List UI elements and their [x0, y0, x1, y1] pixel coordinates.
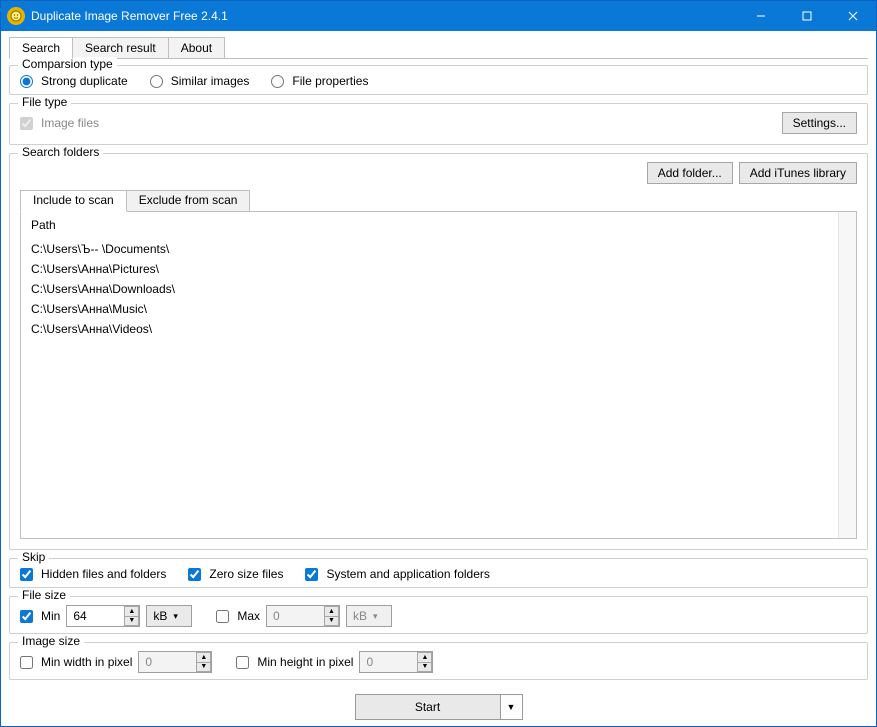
tab-include-scan[interactable]: Include to scan [20, 190, 127, 212]
radio-file-properties[interactable]: File properties [271, 74, 368, 88]
min-size-unit-select[interactable]: kB▾ [146, 605, 192, 627]
path-list: C:\Users\Ъ-- \Documents\ C:\Users\Анна\P… [21, 238, 838, 340]
radio-strong-duplicate[interactable]: Strong duplicate [20, 74, 128, 88]
tab-about[interactable]: About [168, 37, 225, 58]
file-type-group: File type Image files Settings... [9, 103, 868, 145]
checkbox-image-files: Image files [20, 116, 99, 130]
chevron-down-icon: ▼ [507, 702, 516, 712]
start-dropdown-button[interactable]: ▼ [501, 694, 523, 720]
app-icon [7, 7, 25, 25]
search-folders-title: Search folders [18, 145, 103, 159]
app-window: Duplicate Image Remover Free 2.4.1 Searc… [0, 0, 877, 727]
comparison-type-title: Comparsion type [18, 57, 117, 71]
list-item[interactable]: C:\Users\Анна\Videos\ [31, 322, 828, 336]
add-itunes-button[interactable]: Add iTunes library [739, 162, 857, 184]
start-button[interactable]: Start [355, 694, 501, 720]
min-width-spinner[interactable]: ▲▼ [196, 652, 211, 672]
min-height-spinner[interactable]: ▲▼ [417, 652, 432, 672]
list-item[interactable]: C:\Users\Анна\Music\ [31, 302, 828, 316]
radio-similar-images[interactable]: Similar images [150, 74, 250, 88]
min-size-spinner[interactable]: ▲▼ [124, 606, 139, 626]
tab-search[interactable]: Search [9, 37, 73, 59]
checkbox-max-size[interactable]: Max [216, 609, 260, 623]
checkbox-min-height[interactable]: Min height in pixel [236, 655, 353, 669]
list-item[interactable]: C:\Users\Анна\Downloads\ [31, 282, 828, 296]
file-type-title: File type [18, 95, 71, 109]
search-folders-group: Search folders Add folder... Add iTunes … [9, 153, 868, 550]
tab-exclude-scan[interactable]: Exclude from scan [126, 190, 251, 211]
scan-tabbar: Include to scan Exclude from scan [20, 190, 857, 212]
checkbox-min-width[interactable]: Min width in pixel [20, 655, 132, 669]
scrollbar[interactable] [838, 212, 856, 538]
image-size-group: Image size Min width in pixel ▲▼ Min hei… [9, 642, 868, 680]
max-size-spinner[interactable]: ▲▼ [324, 606, 339, 626]
comparison-type-group: Comparsion type Strong duplicate Similar… [9, 65, 868, 95]
path-column-header: Path [21, 212, 838, 238]
checkbox-zero-size[interactable]: Zero size files [188, 567, 283, 581]
main-tabbar: Search Search result About [9, 35, 868, 59]
list-item[interactable]: C:\Users\Ъ-- \Documents\ [31, 242, 828, 256]
file-size-title: File size [18, 588, 70, 602]
checkbox-min-size[interactable]: Min [20, 609, 60, 623]
skip-title: Skip [18, 550, 49, 564]
checkbox-hidden-files[interactable]: Hidden files and folders [20, 567, 166, 581]
minimize-button[interactable] [738, 1, 784, 31]
path-list-pane: Path C:\Users\Ъ-- \Documents\ C:\Users\А… [20, 212, 857, 539]
add-folder-button[interactable]: Add folder... [647, 162, 733, 184]
close-button[interactable] [830, 1, 876, 31]
file-size-group: File size Min ▲▼ kB▾ Max ▲▼ kB▾ [9, 596, 868, 634]
tab-search-result[interactable]: Search result [72, 37, 169, 58]
chevron-down-icon: ▾ [373, 611, 378, 622]
title-bar: Duplicate Image Remover Free 2.4.1 [1, 1, 876, 31]
maximize-button[interactable] [784, 1, 830, 31]
checkbox-system-folders[interactable]: System and application folders [305, 567, 489, 581]
max-size-unit-select: kB▾ [346, 605, 392, 627]
window-title: Duplicate Image Remover Free 2.4.1 [31, 9, 228, 23]
list-item[interactable]: C:\Users\Анна\Pictures\ [31, 262, 828, 276]
skip-group: Skip Hidden files and folders Zero size … [9, 558, 868, 588]
file-type-settings-button[interactable]: Settings... [782, 112, 857, 134]
chevron-down-icon: ▾ [173, 611, 178, 622]
image-size-title: Image size [18, 634, 84, 648]
